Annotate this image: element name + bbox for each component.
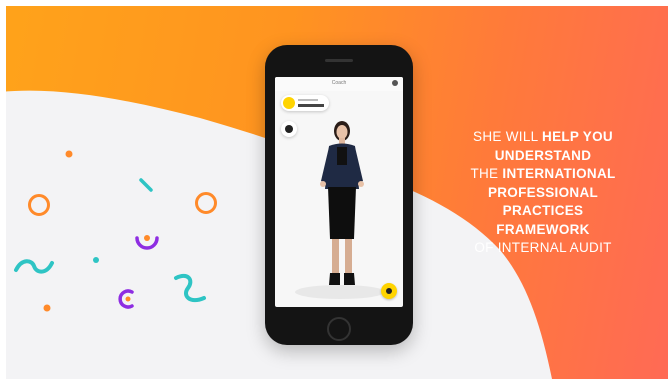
promo-caption: SHE WILL HELP YOU UNDERSTAND THE INTERNA…: [430, 128, 656, 258]
caption-line: PRACTICES: [502, 203, 584, 218]
microphone-icon[interactable]: [281, 121, 297, 137]
caption-line: OF INTERNAL AUDIT: [474, 240, 612, 255]
caption-line: FRAMEWORK: [496, 221, 590, 237]
caption-line: PROFESSIONAL: [487, 184, 599, 200]
top-border: [0, 0, 668, 6]
avatar-icon: [283, 97, 295, 109]
confetti-dot: [93, 257, 99, 263]
chip-subtitle: [298, 99, 318, 101]
phone-speaker: [325, 59, 353, 62]
left-border: [0, 0, 6, 379]
home-button[interactable]: [327, 317, 351, 341]
action-icon[interactable]: [381, 283, 397, 299]
confetti-dot: [144, 235, 150, 241]
app-top-bar: Coach: [275, 77, 403, 91]
confetti-dot: [43, 304, 51, 312]
confetti-dot: [125, 296, 131, 302]
phone-screen: Coach: [275, 77, 403, 307]
coach-chip[interactable]: [281, 95, 329, 111]
caption-line: SHE WILL HELP YOU: [473, 129, 613, 144]
virtual-coach-avatar: [320, 121, 364, 285]
caption-line: UNDERSTAND: [494, 147, 592, 163]
phone-mockup: Coach: [265, 45, 413, 345]
confetti-dot: [65, 150, 73, 158]
chip-name: [298, 104, 324, 107]
video-frame: Coach SHE WILL HELP YOU UNDERSTAND THE I…: [0, 0, 668, 379]
caption-line: THE INTERNATIONAL: [470, 166, 616, 181]
menu-icon[interactable]: [392, 80, 398, 86]
app-title: Coach: [331, 80, 347, 86]
